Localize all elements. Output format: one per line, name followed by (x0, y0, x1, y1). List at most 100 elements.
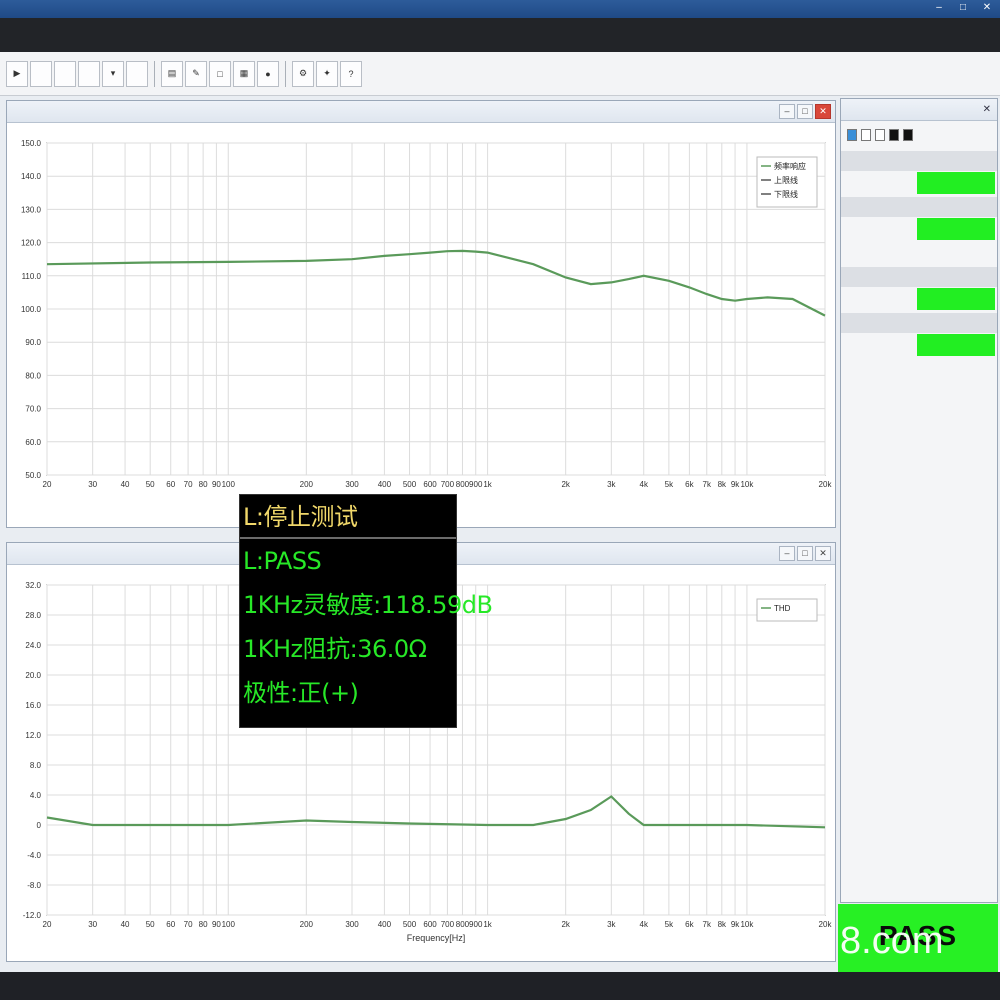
edit-icon[interactable]: ✎ (185, 60, 207, 87)
x-tick-label: 40 (121, 920, 130, 929)
x-tick-label: 100 (222, 480, 236, 489)
impedance-line: 1KHz阻抗:36.0Ω (243, 635, 427, 663)
y-tick-label: 8.0 (30, 761, 42, 770)
panel-close-icon[interactable]: ✕ (983, 99, 991, 121)
toolbar-button[interactable] (78, 60, 100, 87)
blank-icon[interactable] (861, 129, 871, 141)
x-tick-label: 20 (43, 920, 52, 929)
panel-restore-icon[interactable]: □ (797, 104, 813, 119)
panel-minimize-icon[interactable]: – (779, 104, 795, 119)
folder-icon[interactable]: □ (209, 60, 231, 87)
y-tick-label: 4.0 (30, 791, 42, 800)
polarity-line: 极性:正(+) (243, 679, 359, 707)
maximize-icon[interactable]: □ (956, 2, 970, 14)
y-tick-label: -12.0 (23, 911, 42, 920)
panel-close-icon[interactable]: ✕ (815, 546, 831, 561)
result-value (917, 288, 995, 310)
x-tick-label: 500 (403, 920, 417, 929)
y-tick-label: 80.0 (25, 371, 41, 380)
y-tick-label: 90.0 (25, 338, 41, 347)
status-bar (0, 972, 1000, 1000)
x-tick-label: 5k (665, 920, 674, 929)
x-tick-label: 5k (665, 480, 674, 489)
x-tick-label: 60 (166, 480, 175, 489)
frequency-response-panel: – □ ✕ 20 30 40 50 60 70 80 90 100 200 300 400 500 600… (6, 100, 836, 528)
y-tick-label: 110.0 (22, 272, 42, 281)
start-icon[interactable]: ▶ (6, 60, 28, 87)
tools-icon[interactable]: ✦ (316, 60, 338, 87)
record-icon[interactable] (903, 129, 913, 141)
x-tick-label: 800 (456, 920, 470, 929)
y-tick-label: 12.0 (25, 731, 41, 740)
blank-icon[interactable] (875, 129, 885, 141)
x-tick-label: 700 (441, 480, 455, 489)
test-status-line: L:停止测试 (240, 495, 456, 539)
y-tick-label: 24.0 (25, 641, 41, 650)
toolbar-button[interactable] (54, 60, 76, 87)
result-row (841, 241, 997, 265)
test-result-overlay: L:停止测试 L:PASS 1KHz灵敏度:118.59dB 1KHz阻抗:36… (239, 494, 493, 728)
x-tick-label: 4k (640, 920, 649, 929)
result-group-header[interactable] (841, 151, 997, 171)
x-tick-label: 100 (222, 920, 236, 929)
panel-restore-icon[interactable]: □ (797, 546, 813, 561)
x-tick-label: 2k (561, 480, 570, 489)
x-tick-label: 200 (300, 480, 314, 489)
document-icon[interactable]: ▤ (161, 60, 183, 87)
y-tick-label: 140.0 (21, 172, 42, 181)
y-tick-label: -8.0 (27, 881, 41, 890)
lock-icon[interactable]: ● (257, 60, 279, 87)
minimize-icon[interactable]: – (932, 2, 946, 14)
result-group-header[interactable] (841, 267, 997, 287)
toolbar-button[interactable] (126, 60, 148, 87)
result-value (917, 172, 995, 194)
x-tick-label: 400 (378, 920, 392, 929)
y-tick-label: -4.0 (27, 851, 41, 860)
x-tick-label: 4k (640, 480, 649, 489)
result-group-header[interactable] (841, 313, 997, 333)
record-icon[interactable] (889, 129, 899, 141)
result-value (917, 334, 995, 356)
y-tick-label: 130.0 (21, 205, 42, 214)
x-tick-label: 300 (345, 480, 359, 489)
x-tick-label: 600 (423, 920, 437, 929)
app-window: – □ ✕ ▶ ▾ ▤ ✎ □ ▦ ● ⚙ ✦ ? – □ ✕ 20 30 40… (0, 0, 1000, 1000)
save-icon[interactable]: ▦ (233, 60, 255, 87)
dropdown-icon[interactable]: ▾ (102, 60, 124, 87)
panel-close-icon[interactable]: ✕ (815, 104, 831, 119)
x-tick-label: 6k (685, 480, 694, 489)
y-tick-label: 70.0 (25, 405, 41, 414)
legend-label: 上限线 (774, 175, 798, 185)
y-tick-label: 28.0 (25, 611, 41, 620)
y-tick-label: 100.0 (21, 305, 42, 314)
color-icon[interactable] (847, 129, 857, 141)
x-tick-label: 40 (121, 480, 130, 489)
x-tick-label: 2k (561, 920, 570, 929)
result-row (841, 217, 997, 241)
x-tick-label: 60 (166, 920, 175, 929)
y-tick-label: 120.0 (21, 239, 42, 248)
x-tick-label: 3k (607, 480, 616, 489)
x-tick-label: 200 (300, 920, 314, 929)
results-panel: ✕ (840, 98, 998, 903)
x-tick-label: 900 (469, 480, 483, 489)
pass-status-line: L:PASS (243, 547, 322, 575)
x-tick-label: 80 (199, 480, 208, 489)
panel-minimize-icon[interactable]: – (779, 546, 795, 561)
y-tick-label: 32.0 (25, 581, 41, 590)
watermark: 8.com (840, 920, 944, 962)
x-tick-label: 50 (146, 920, 155, 929)
x-tick-label: 20k (819, 920, 833, 929)
result-group-header[interactable] (841, 197, 997, 217)
close-icon[interactable]: ✕ (980, 2, 994, 14)
toolbar-button[interactable] (30, 60, 52, 87)
y-tick-label: 16.0 (25, 701, 41, 710)
x-tick-label: 20 (43, 480, 52, 489)
panel-header: – □ ✕ (7, 101, 835, 123)
toolbar-divider (285, 60, 286, 87)
x-tick-label: 50 (146, 480, 155, 489)
panel-controls: – □ ✕ (779, 104, 831, 119)
settings-icon[interactable]: ⚙ (292, 60, 314, 87)
x-tick-label: 70 (184, 920, 193, 929)
help-icon[interactable]: ? (340, 60, 362, 87)
